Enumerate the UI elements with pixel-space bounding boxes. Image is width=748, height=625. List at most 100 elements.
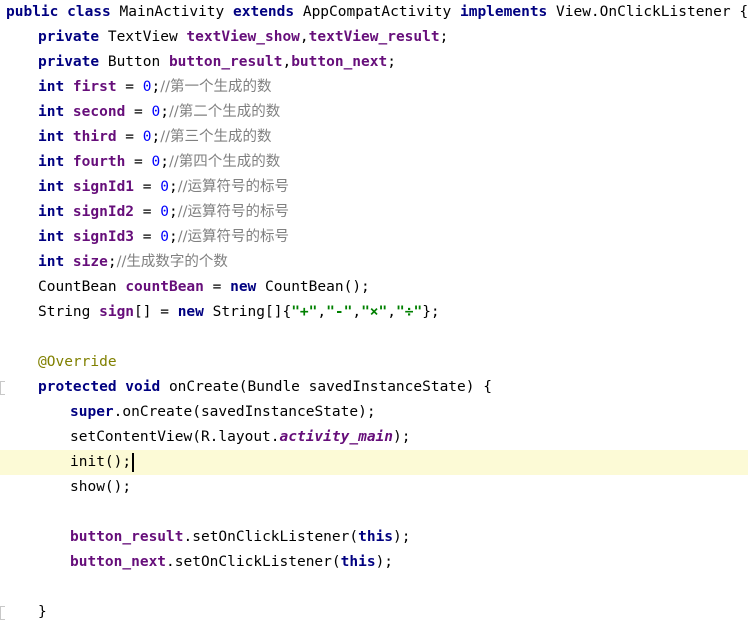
code-text: int signId1 = 0;//运算符号的标号 (38, 175, 289, 200)
code-token: ; (151, 79, 161, 95)
code-line[interactable] (0, 325, 748, 350)
code-line[interactable]: init(); (0, 450, 748, 475)
code-token: int (38, 179, 73, 195)
code-token: private (38, 54, 108, 70)
code-token: = (134, 179, 161, 195)
code-token: init(); (70, 454, 132, 470)
code-text: } (38, 600, 47, 625)
code-token: int (38, 254, 73, 270)
code-token: 0 (160, 179, 169, 195)
code-token: @Override (38, 354, 117, 370)
code-token: second (72, 104, 126, 120)
code-line[interactable]: int signId3 = 0;//运算符号的标号 (0, 225, 748, 250)
code-token: }; (422, 304, 440, 320)
code-token: ; (160, 154, 169, 170)
code-line[interactable]: int signId1 = 0;//运算符号的标号 (0, 175, 748, 200)
code-token: int (38, 79, 73, 95)
code-line[interactable]: protected void onCreate(Bundle savedInst… (0, 375, 748, 400)
code-token: 0 (151, 154, 161, 170)
code-token: textView_show (186, 29, 300, 45)
code-text: init(); (70, 450, 135, 475)
code-line[interactable]: show(); (0, 475, 748, 500)
code-line[interactable]: setContentView(R.layout.activity_main); (0, 425, 748, 450)
code-line[interactable]: public class MainActivity extends AppCom… (0, 0, 748, 25)
code-text: int fourth = 0;//第四个生成的数 (38, 150, 280, 175)
code-token: button_next (70, 554, 167, 570)
code-token: onCreate(Bundle savedInstanceState) { (168, 379, 492, 395)
code-token: countBean (125, 279, 204, 295)
code-token: setContentView(R.layout. (70, 429, 280, 445)
code-token: , (317, 304, 327, 320)
code-text: super.onCreate(savedInstanceState); (70, 400, 376, 425)
code-token: first (72, 79, 117, 95)
code-text: protected void onCreate(Bundle savedInst… (38, 375, 492, 400)
code-token: = (134, 204, 161, 220)
code-token: .setOnClickListener( (183, 529, 359, 545)
fold-marker-icon[interactable] (0, 606, 5, 620)
code-token: Button (107, 54, 169, 70)
code-token: 0 (151, 104, 161, 120)
code-line[interactable]: super.onCreate(savedInstanceState); (0, 400, 748, 425)
code-token: button_next (291, 54, 388, 70)
code-line[interactable] (0, 500, 748, 525)
code-token: this (340, 554, 376, 570)
code-line[interactable]: @Override (0, 350, 748, 375)
code-token: CountBean (38, 279, 126, 295)
code-text: CountBean countBean = new CountBean(); (38, 275, 370, 300)
code-token: //第一个生成的数 (160, 79, 272, 95)
code-token: 0 (142, 79, 152, 95)
code-text: int third = 0;//第三个生成的数 (38, 125, 272, 150)
code-token: View.OnClickListener { (556, 4, 748, 20)
code-token: .setOnClickListener( (166, 554, 341, 570)
code-line[interactable]: button_next.setOnClickListener(this); (0, 550, 748, 575)
code-token: ; (107, 254, 117, 270)
code-line[interactable]: int first = 0;//第一个生成的数 (0, 75, 748, 100)
code-token: AppCompatActivity (302, 4, 460, 20)
code-token: button_result (168, 54, 283, 70)
code-token: super (70, 404, 114, 420)
code-token: ; (168, 204, 178, 220)
code-line[interactable]: int second = 0;//第二个生成的数 (0, 100, 748, 125)
code-token: signId1 (72, 179, 135, 195)
code-line[interactable]: String sign[] = new String[]{"+","-","×"… (0, 300, 748, 325)
code-token: ); (375, 554, 394, 570)
code-token: = (203, 279, 231, 295)
code-line[interactable]: int signId2 = 0;//运算符号的标号 (0, 200, 748, 225)
code-token: = (116, 129, 143, 145)
code-text: public class MainActivity extends AppCom… (6, 0, 748, 25)
code-token: int (38, 204, 73, 220)
code-text: @Override (38, 350, 117, 375)
code-token: //第二个生成的数 (168, 104, 281, 120)
code-token: ; (387, 54, 396, 70)
code-token: ; (151, 129, 161, 145)
code-line[interactable]: } (0, 600, 748, 625)
code-editor[interactable]: public class MainActivity extends AppCom… (0, 0, 748, 622)
code-token: activity_main (279, 429, 394, 445)
code-line[interactable] (0, 575, 748, 600)
code-token: 0 (160, 204, 169, 220)
code-line[interactable]: int third = 0;//第三个生成的数 (0, 125, 748, 150)
code-token: 0 (160, 229, 169, 245)
code-token: signId2 (72, 204, 135, 220)
code-text: String sign[] = new String[]{"+","-","×"… (38, 300, 440, 325)
code-token: = (125, 104, 152, 120)
code-line[interactable]: int size;//生成数字的个数 (0, 250, 748, 275)
code-token: ); (393, 429, 411, 445)
code-token: , (352, 304, 362, 320)
code-token: } (38, 604, 47, 620)
code-text: setContentView(R.layout.activity_main); (70, 425, 410, 450)
code-line[interactable]: private Button button_result,button_next… (0, 50, 748, 75)
code-token: button_result (70, 529, 184, 545)
code-token: "×" (361, 304, 388, 320)
code-line[interactable]: private TextView textView_show,textView_… (0, 25, 748, 50)
fold-marker-icon[interactable] (0, 381, 5, 395)
code-line[interactable]: button_result.setOnClickListener(this); (0, 525, 748, 550)
code-token: String (38, 304, 100, 320)
code-line[interactable]: int fourth = 0;//第四个生成的数 (0, 150, 748, 175)
code-token: show(); (70, 479, 132, 495)
code-text: private Button button_result,button_next… (38, 50, 396, 75)
code-text: int size;//生成数字的个数 (38, 250, 228, 275)
code-token: int (38, 129, 73, 145)
code-line[interactable]: CountBean countBean = new CountBean(); (0, 275, 748, 300)
code-token: sign (99, 304, 135, 320)
